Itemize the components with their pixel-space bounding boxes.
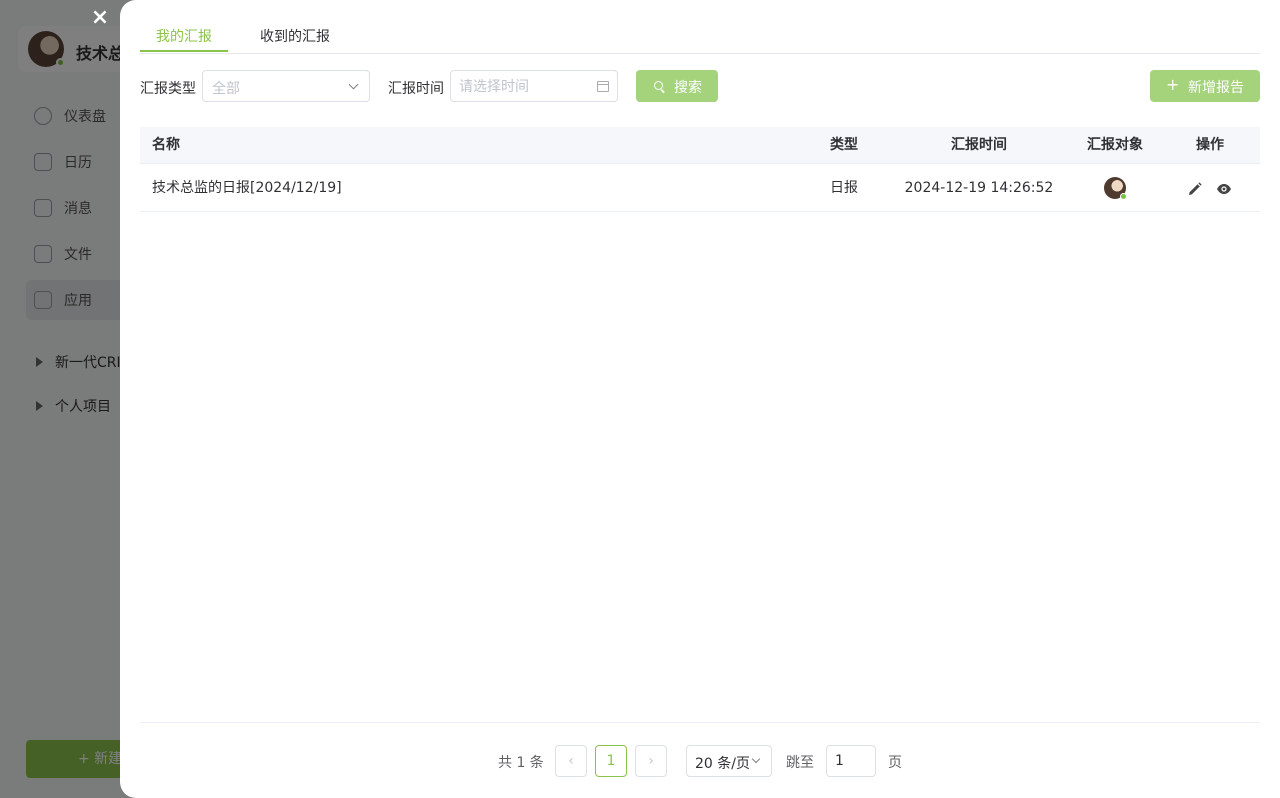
report-drawer: 我的汇报 收到的汇报 汇报类型 全部 汇报时间 搜索 + 新增报告 名称 类型 … [120,0,1280,798]
filter-bar: 汇报类型 全部 汇报时间 搜索 + 新增报告 [140,70,1260,102]
close-icon[interactable]: × [90,7,110,29]
report-name: 技术总监的日报[2024/12/19] [152,180,342,196]
search-icon [654,81,663,90]
jump-to-label: 跳至 [786,755,814,771]
prev-page-button[interactable]: ‹ [555,745,587,777]
column-header-ops: 操作 [1196,137,1224,153]
report-table: 名称 类型 汇报时间 汇报对象 操作 技术总监的日报[2024/12/19] 日… [140,127,1260,212]
table-header: 名称 类型 汇报时间 汇报对象 操作 [140,127,1260,164]
report-type-select[interactable]: 全部 [202,70,370,102]
jump-to-input[interactable] [826,745,876,777]
search-button[interactable]: 搜索 [636,70,718,102]
report-time: 2024-12-19 14:26:52 [904,180,1054,196]
view-icon[interactable] [1216,182,1232,196]
chevron-down-icon [751,754,761,764]
pagination: 共 1 条 ‹ 1 › 20 条/页 跳至 页 [120,745,1280,777]
pagination-total: 共 1 条 [498,755,544,771]
report-type-value: 全部 [212,81,240,97]
page-size-value: 20 条/页 [695,756,750,772]
page-number-1[interactable]: 1 [595,745,627,777]
page-size-select[interactable]: 20 条/页 [686,745,772,777]
plus-icon: + [1166,75,1180,94]
page-unit-label: 页 [888,755,902,771]
report-tabs: 我的汇报 收到的汇报 [140,0,1260,54]
column-header-name: 名称 [152,137,180,153]
search-button-label: 搜索 [674,80,702,96]
footer-divider [140,722,1260,723]
next-page-button[interactable]: › [635,745,667,777]
calendar-icon[interactable] [597,81,609,92]
report-time-label: 汇报时间 [388,81,444,97]
add-report-label: 新增报告 [1188,80,1244,96]
add-report-button[interactable]: + 新增报告 [1150,70,1260,102]
chevron-down-icon [348,79,359,90]
table-row: 技术总监的日报[2024/12/19] 日报 2024-12-19 14:26:… [140,164,1260,212]
report-type-label: 汇报类型 [140,81,196,97]
active-tab-indicator [140,50,228,52]
column-header-type: 类型 [830,137,858,153]
edit-icon[interactable] [1188,182,1202,196]
report-time-picker[interactable] [450,70,618,102]
column-header-time: 汇报时间 [951,137,1007,153]
report-time-input[interactable] [459,77,589,97]
column-header-target: 汇报对象 [1087,137,1143,153]
tab-received-reports[interactable]: 收到的汇报 [250,26,340,54]
online-status-dot [1120,193,1127,200]
report-type: 日报 [830,180,858,196]
